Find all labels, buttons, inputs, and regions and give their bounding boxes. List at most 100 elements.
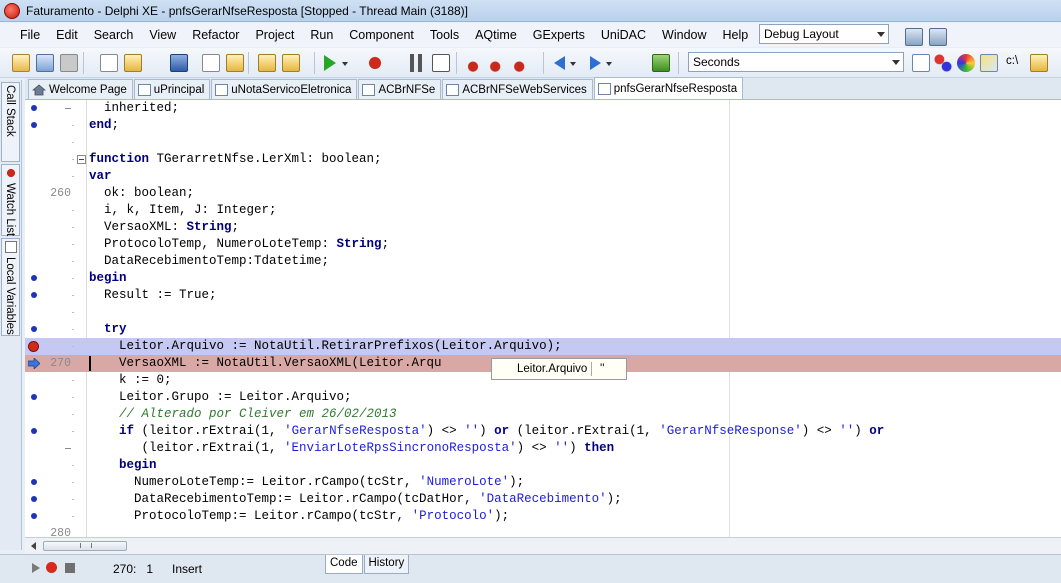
menu-search[interactable]: Search — [86, 23, 142, 47]
title-bar: Faturamento - Delphi XE - pnfsGerarNfseR… — [0, 0, 1061, 22]
keyword: function — [89, 152, 150, 166]
open-project-icon[interactable] — [36, 54, 54, 72]
macro-record-icon[interactable] — [46, 562, 57, 573]
code-editor[interactable]: inherited; end; function TGerarretNfse.L… — [25, 100, 1061, 537]
tab-code[interactable]: Code — [325, 555, 363, 574]
new-items-icon[interactable] — [12, 54, 30, 72]
save-icon[interactable] — [170, 54, 188, 72]
menu-project[interactable]: Project — [247, 23, 302, 47]
cursor-position: 270: 1 — [113, 562, 154, 576]
tab-label: uNotaServicoEletronica — [231, 83, 352, 96]
local-variables-tab[interactable]: Local Variables — [1, 238, 20, 336]
line-marker — [72, 516, 74, 517]
open-icon[interactable] — [124, 54, 142, 72]
line-marker — [72, 244, 74, 245]
add-to-project-icon[interactable] — [258, 54, 276, 72]
tab-unotaservicoeletronica[interactable]: uNotaServicoEletronica — [211, 79, 358, 99]
percent-icon[interactable] — [934, 54, 952, 72]
menu-edit[interactable]: Edit — [48, 23, 86, 47]
tab-pnfsgerarnfseresposta[interactable]: pnfsGerarNfseResposta — [593, 77, 744, 99]
scroll-left-icon[interactable] — [31, 542, 36, 550]
editor-tabs: Welcome Page uPrincipal uNotaServicoElet… — [25, 77, 1061, 100]
run-to-cursor-icon[interactable] — [512, 54, 530, 72]
menu-component[interactable]: Component — [341, 23, 422, 47]
run-icon[interactable] — [324, 55, 336, 71]
step-over-icon[interactable] — [488, 54, 506, 72]
macro-stop-icon[interactable] — [65, 563, 75, 573]
navigate-back-dropdown-icon[interactable] — [570, 62, 576, 66]
tab-acbrnfsewebservices[interactable]: ACBrNFSeWebServices — [442, 79, 593, 99]
code-text: VersaoXML: String; — [89, 219, 239, 236]
menu-window[interactable]: Window — [654, 23, 714, 47]
run-without-debug-icon[interactable] — [366, 54, 384, 72]
folder-icon[interactable] — [1030, 54, 1048, 72]
editor-view-tabs: Code History — [325, 555, 410, 575]
menu-aqtime[interactable]: AQtime — [467, 23, 525, 47]
new-icon[interactable] — [100, 54, 118, 72]
line-marker — [72, 414, 74, 415]
help-book-icon[interactable] — [652, 54, 670, 72]
colored-pencils-icon[interactable] — [980, 54, 998, 72]
breakpoint-dot-icon[interactable] — [31, 292, 37, 298]
run-dropdown-icon[interactable] — [342, 62, 348, 66]
search-combo[interactable]: Seconds — [688, 52, 904, 72]
keyword: or — [869, 424, 885, 438]
breakpoint-dot-icon[interactable] — [31, 326, 37, 332]
color-ball-icon[interactable] — [957, 54, 975, 72]
unit-file-icon — [137, 83, 151, 96]
tab-welcome-page[interactable]: Welcome Page — [28, 79, 133, 99]
code-text: inherited; — [89, 101, 180, 115]
tab-uprincipal[interactable]: uPrincipal — [133, 79, 211, 99]
menu-tools[interactable]: Tools — [422, 23, 467, 47]
trace-into-icon[interactable] — [464, 54, 482, 72]
menu-file[interactable]: File — [12, 23, 48, 47]
breakpoint-dot-icon[interactable] — [31, 479, 37, 485]
unit-file-icon — [446, 83, 460, 96]
menu-view[interactable]: View — [141, 23, 184, 47]
horizontal-scrollbar[interactable] — [25, 537, 1061, 554]
save-all-icon[interactable] — [60, 54, 78, 72]
desktop-layout-value: Debug Layout — [764, 27, 839, 41]
code-text: VersaoXML := NotaUtil.VersaoXML(Leitor.A… — [89, 356, 442, 370]
set-debug-desktop-icon[interactable] — [929, 28, 947, 46]
code-text: ProtocoloTemp, NumeroLoteTemp: String; — [89, 236, 389, 253]
navigate-forward-icon[interactable] — [590, 56, 601, 70]
breakpoint-dot-icon[interactable] — [31, 275, 37, 281]
line-marker — [72, 210, 74, 211]
watch-list-tab[interactable]: Watch List — [1, 164, 20, 236]
reopen-icon[interactable] — [226, 54, 244, 72]
navigate-forward-dropdown-icon[interactable] — [606, 62, 612, 66]
macro-play-icon[interactable] — [32, 563, 40, 573]
keyword: try — [104, 322, 127, 336]
menu-gexperts[interactable]: GExperts — [525, 23, 593, 47]
collapse-toggle-icon[interactable] — [77, 155, 86, 164]
desktop-layout-combo[interactable]: Debug Layout — [759, 24, 889, 44]
tab-history[interactable]: History — [363, 555, 410, 574]
program-reset-icon[interactable] — [432, 54, 450, 72]
breakpoint-dot-icon[interactable] — [31, 105, 37, 111]
breakpoint-dot-icon[interactable] — [31, 428, 37, 434]
save-desktop-icon[interactable] — [905, 28, 923, 46]
menu-run[interactable]: Run — [302, 23, 341, 47]
code-line: try — [25, 321, 1061, 338]
breakpoint-check-icon[interactable] — [28, 341, 39, 352]
toolbar-separator — [456, 52, 457, 74]
breakpoint-dot-icon[interactable] — [31, 496, 37, 502]
close-file-icon[interactable] — [202, 54, 220, 72]
call-stack-tab[interactable]: Call Stack — [1, 82, 20, 162]
breakpoint-dot-icon[interactable] — [31, 122, 37, 128]
remove-from-project-icon[interactable] — [282, 54, 300, 72]
program-pause-icon[interactable] — [410, 54, 422, 72]
string-literal: '' — [839, 424, 855, 438]
tab-acbrnfse[interactable]: ACBrNFSe — [358, 79, 442, 99]
breakpoint-dot-icon[interactable] — [31, 394, 37, 400]
breakpoint-dot-icon[interactable] — [31, 513, 37, 519]
menu-refactor[interactable]: Refactor — [184, 23, 247, 47]
path-label[interactable]: c:\ — [1006, 55, 1018, 73]
navigate-back-icon[interactable] — [554, 56, 565, 70]
menu-unidac[interactable]: UniDAC — [593, 23, 654, 47]
document-icon[interactable] — [912, 54, 930, 72]
menu-help[interactable]: Help — [715, 23, 757, 47]
toolbar-separator — [543, 52, 544, 74]
tab-label: uPrincipal — [153, 83, 205, 96]
